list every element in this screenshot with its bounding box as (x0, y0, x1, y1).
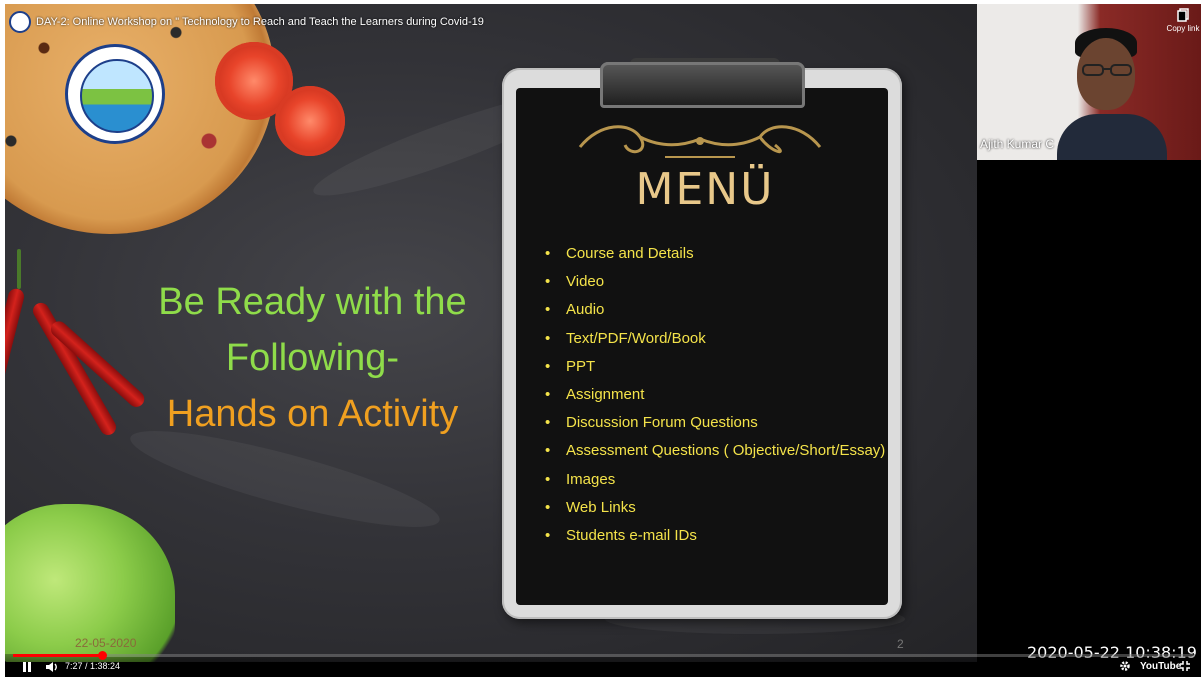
menu-item: Students e-mail IDs (545, 522, 885, 550)
slide-headline: Be Ready with the Following- Hands on Ac… (145, 274, 480, 442)
video-title-bar[interactable]: DAY-2: Online Workshop on " Technology t… (9, 11, 484, 33)
headline-line-3: Hands on Activity (166, 393, 459, 435)
slide-page-number: 2 (897, 637, 904, 651)
menu-item: Text/PDF/Word/Book (545, 325, 885, 353)
presentation-slide: Be Ready with the Following- Hands on Ac… (5, 4, 977, 662)
copy-link-button[interactable]: Copy link (1163, 8, 1201, 33)
fullscreen-exit-icon[interactable] (1179, 660, 1191, 672)
pause-icon[interactable] (21, 661, 33, 673)
progress-bar[interactable] (13, 654, 1193, 657)
gear-icon[interactable] (1119, 660, 1131, 672)
menu-title: MENÜ (635, 164, 775, 215)
menu-item: Assessment Questions ( Objective/Short/E… (545, 437, 885, 465)
menu-item: Discussion Forum Questions (545, 409, 885, 437)
channel-avatar[interactable] (9, 11, 31, 33)
copy-link-label: Copy link (1166, 24, 1200, 33)
menu-item: Audio (545, 296, 885, 324)
menu-list: Course and DetailsVideoAudioText/PDF/Wor… (545, 240, 885, 550)
menu-item: PPT (545, 353, 885, 381)
time-display: 7:27 / 1:38:24 (65, 661, 121, 671)
progress-played (13, 654, 102, 657)
player-controls-bar (5, 654, 1201, 677)
slide-footer-date: 22-05-2020 (75, 636, 137, 650)
youtube-logo[interactable]: YouTube (1140, 661, 1181, 672)
volume-icon[interactable] (45, 661, 59, 673)
menu-item: Assignment (545, 381, 885, 409)
right-side-panel (977, 160, 1201, 662)
copy-icon (1177, 8, 1189, 22)
participant-name: Ajith Kumar C (980, 137, 1055, 151)
tomato-slice-image (275, 86, 345, 156)
video-player[interactable]: Be Ready with the Following- Hands on Ac… (5, 4, 1201, 677)
progress-scrubber[interactable] (98, 651, 107, 660)
menu-item: Course and Details (545, 240, 885, 268)
ornament-flourish-icon (578, 125, 822, 158)
institution-logo (65, 44, 165, 144)
menu-item: Web Links (545, 494, 885, 522)
menu-item: Images (545, 466, 885, 494)
video-title[interactable]: DAY-2: Online Workshop on " Technology t… (36, 16, 484, 28)
menu-item: Video (545, 268, 885, 296)
headline-line-1: Be Ready with the (158, 281, 467, 323)
clipboard-clip (600, 62, 805, 108)
headline-line-2: Following- (225, 337, 400, 379)
